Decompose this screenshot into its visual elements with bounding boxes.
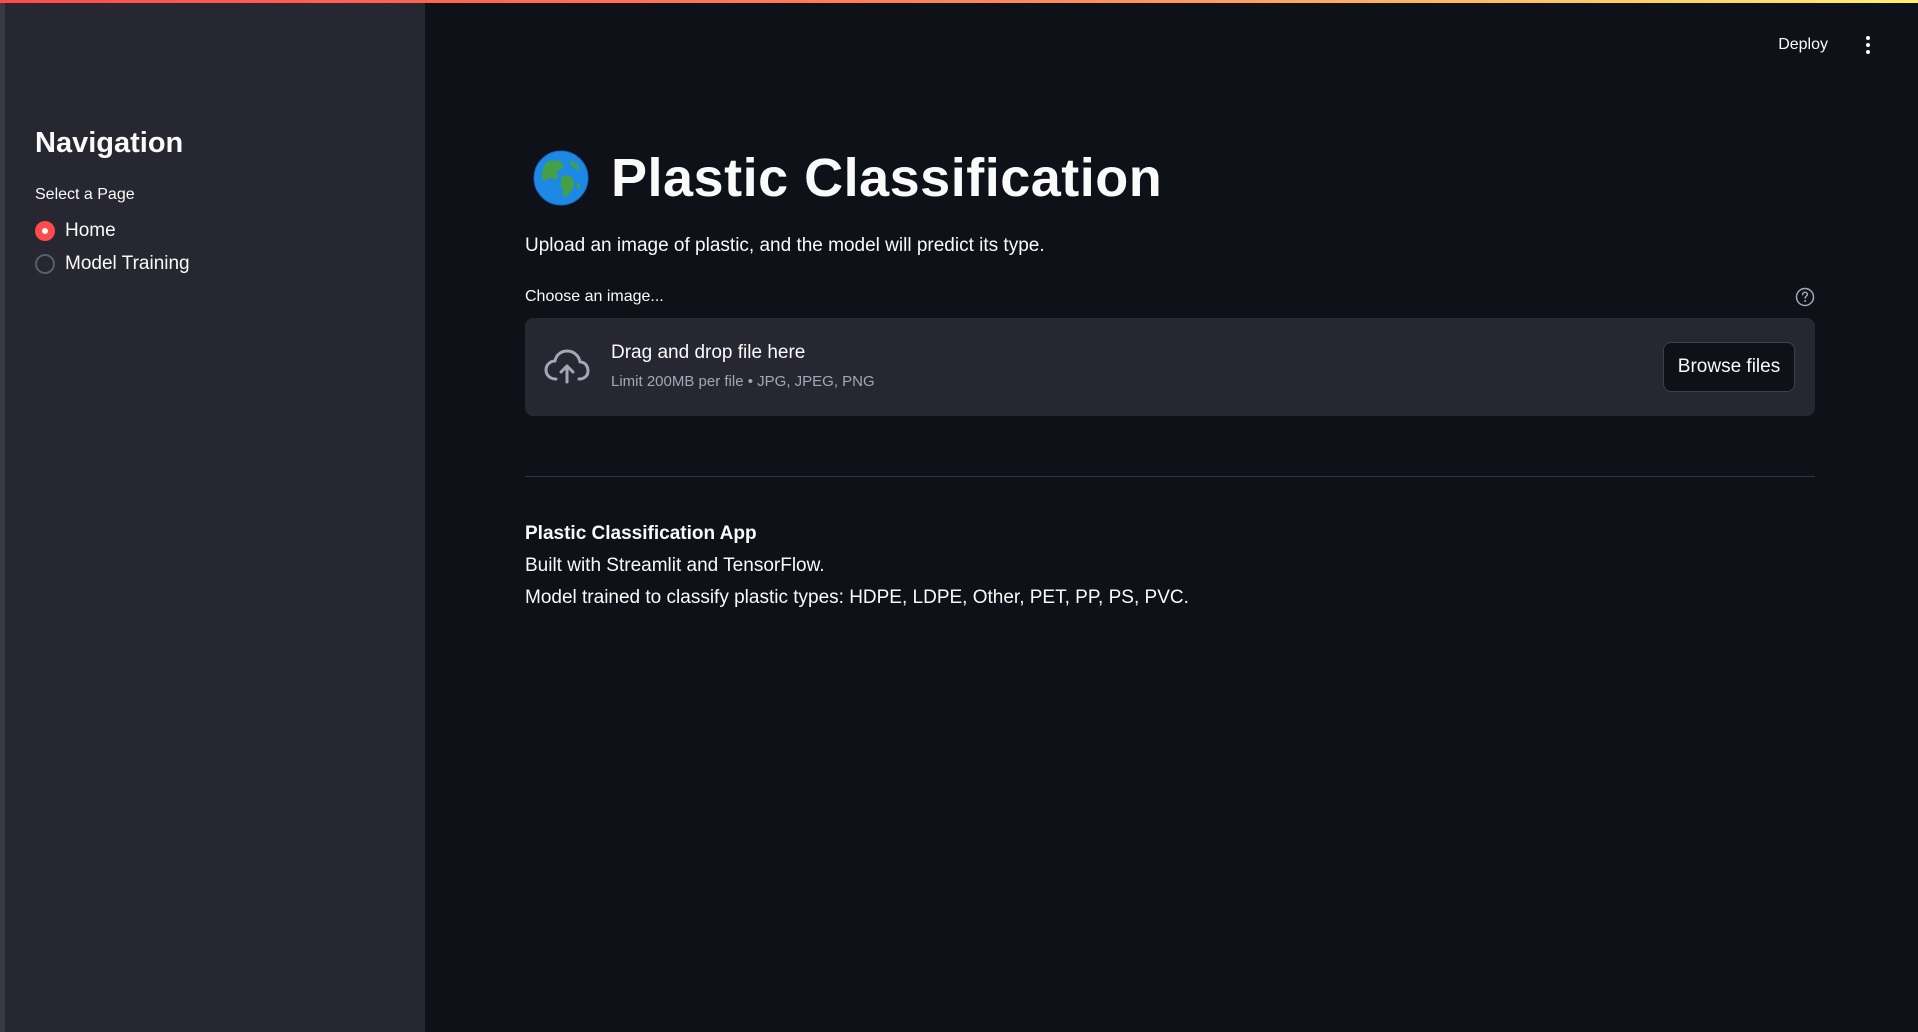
radio-selected-icon[interactable] xyxy=(35,221,55,241)
radio-label-home: Home xyxy=(65,220,116,241)
title-row: Plastic Classification xyxy=(533,146,1162,210)
dropzone-text: Drag and drop file here xyxy=(611,342,806,363)
footer-title: Plastic Classification App xyxy=(525,523,757,544)
help-circle-icon[interactable] xyxy=(1795,287,1815,307)
dropzone-limit-text: Limit 200MB per file • JPG, JPEG, PNG xyxy=(611,373,875,390)
page-select-label: Select a Page xyxy=(35,186,135,203)
browse-files-button[interactable]: Browse files xyxy=(1663,342,1795,392)
kebab-menu-icon[interactable] xyxy=(1858,31,1878,59)
footer-line-built-with: Built with Streamlit and TensorFlow. xyxy=(525,555,825,576)
sidebar-title: Navigation xyxy=(35,127,184,159)
page-title: Plastic Classification xyxy=(611,148,1163,208)
sidebar: Navigation Select a Page Home Model Trai… xyxy=(5,0,425,1032)
radio-option-model-training[interactable]: Model Training xyxy=(35,251,190,277)
radio-option-home[interactable]: Home xyxy=(35,218,116,244)
main-content: Plastic Classification Upload an image o… xyxy=(525,0,1815,1032)
uploader-label: Choose an image... xyxy=(525,288,664,305)
footer-line-model-info: Model trained to classify plastic types:… xyxy=(525,587,1189,608)
cloud-upload-icon xyxy=(544,349,590,384)
radio-label-model-training: Model Training xyxy=(65,253,190,274)
page-subtitle: Upload an image of plastic, and the mode… xyxy=(525,235,1045,256)
top-decoration-bar xyxy=(0,0,1918,3)
globe-icon xyxy=(533,150,589,206)
divider xyxy=(525,476,1815,477)
app-window: Navigation Select a Page Home Model Trai… xyxy=(0,0,1918,1032)
radio-unselected-icon[interactable] xyxy=(35,254,55,274)
file-dropzone[interactable]: Drag and drop file here Limit 200MB per … xyxy=(525,318,1815,416)
